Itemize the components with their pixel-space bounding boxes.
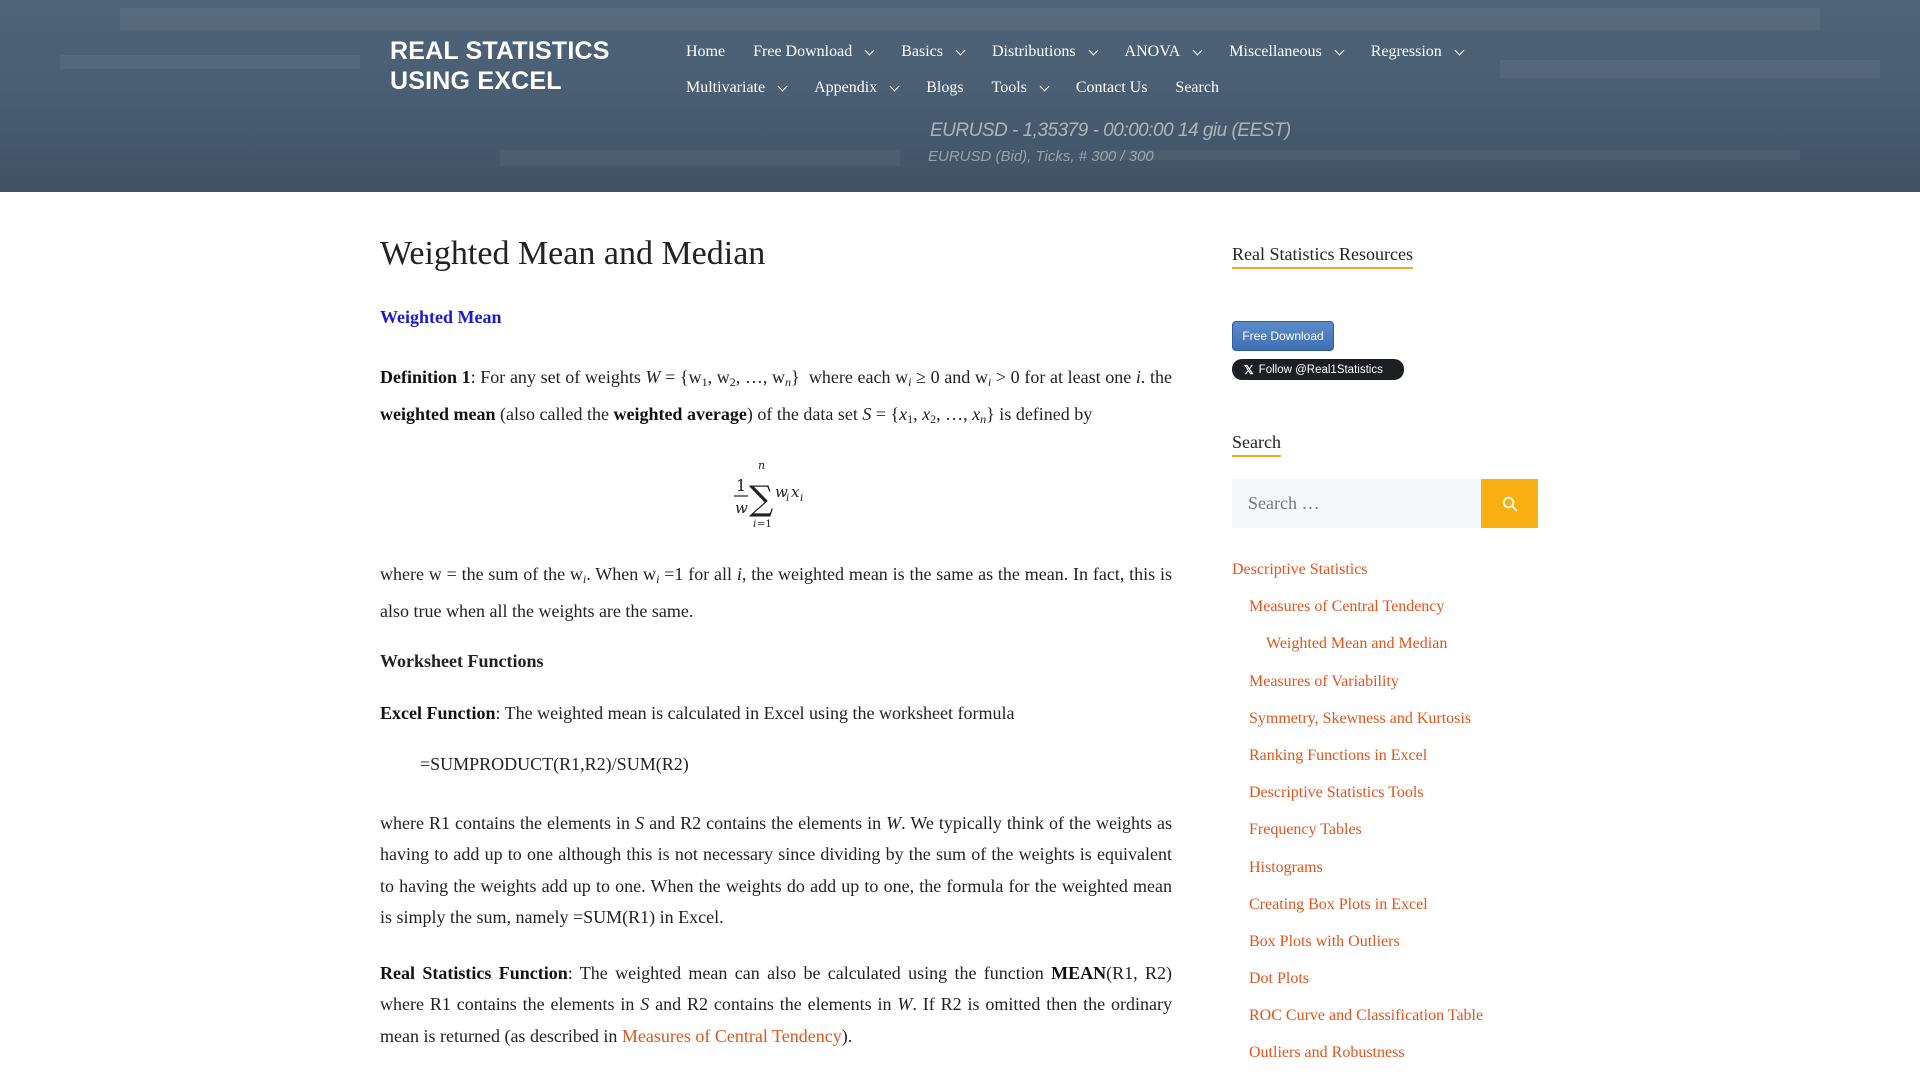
header-bg-band <box>120 8 1820 30</box>
nav-item-label: Free Download <box>753 43 853 60</box>
chevron-down-icon <box>777 81 788 91</box>
header-bg-band <box>500 150 900 166</box>
page-title: Weighted Mean and Median <box>380 235 766 272</box>
nav-item-anova[interactable]: ANOVA <box>1124 43 1203 61</box>
toc-link-descriptive-statistics-tools[interactable]: Descriptive Statistics Tools <box>1232 783 1538 820</box>
toc-link-descriptive-statistics[interactable]: Descriptive Statistics <box>1232 560 1538 597</box>
toc-link-outliers-and-robustness[interactable]: Outliers and Robustness <box>1232 1043 1538 1080</box>
search-form <box>1232 479 1538 528</box>
chevron-down-icon <box>1454 45 1465 55</box>
chevron-down-icon <box>955 45 966 55</box>
sum-of-weights-paragraph: where w = the sum of the wi. When wi =1 … <box>380 564 1173 621</box>
nav-item-label: Contact Us <box>1075 79 1148 96</box>
nav-item-miscellaneous[interactable]: Miscellaneous <box>1229 43 1345 61</box>
nav-item-label: Appendix <box>814 79 878 96</box>
toc-link-roc-curve-and-classification-table[interactable]: ROC Curve and Classification Table <box>1232 1006 1538 1043</box>
svg-text:w: w <box>735 499 748 517</box>
nav-item-label: Tools <box>991 79 1027 96</box>
nav-item-tools[interactable]: Tools <box>991 79 1050 97</box>
nav-item-free-download[interactable]: Free Download <box>753 43 875 61</box>
nav-item-label: Basics <box>901 43 943 60</box>
resources-widget-title: Real Statistics Resources <box>1232 244 1413 269</box>
free-download-button[interactable]: Free Download <box>1232 321 1334 351</box>
formula-graphic: n 1 w ∑ i =1 w i x i <box>734 459 803 530</box>
chevron-down-icon <box>889 81 900 91</box>
search-submit-button[interactable] <box>1481 479 1538 528</box>
search-widget-title: Search <box>1232 432 1281 457</box>
toc-link-symmetry-skewness-and-kurtosis[interactable]: Symmetry, Skewness and Kurtosis <box>1232 709 1538 746</box>
nav-item-label: Multivariate <box>686 79 766 96</box>
svg-text:i: i <box>753 519 756 530</box>
chevron-down-icon <box>1334 45 1345 55</box>
nav-item-multivariate[interactable]: Multivariate <box>686 79 788 97</box>
search-input[interactable] <box>1232 479 1481 528</box>
worksheet-functions-heading: Worksheet Functions <box>380 651 544 671</box>
nav-item-label: Miscellaneous <box>1229 43 1322 60</box>
nav-item-basics[interactable]: Basics <box>901 43 966 61</box>
weighted-mean-formula: n 1 w ∑ i =1 w i x i <box>380 459 1172 531</box>
follow-label: Follow @Real1Statistics <box>1258 363 1383 376</box>
nav-item-blogs[interactable]: Blogs <box>926 79 963 97</box>
nav-item-label: Home <box>686 43 726 60</box>
header-bg-band <box>60 55 360 69</box>
twitter-follow-button[interactable]: 𝕏 Follow @Real1Statistics <box>1232 359 1404 380</box>
header-bg-ticker: EURUSD - 1,35379 - 00:00:00 14 giu (EEST… <box>930 120 1291 141</box>
nav-item-label: Search <box>1175 79 1219 96</box>
chevron-down-icon <box>864 45 875 55</box>
svg-text:n: n <box>758 459 765 472</box>
x-logo-icon: 𝕏 <box>1244 362 1254 377</box>
toc-link-frequency-tables[interactable]: Frequency Tables <box>1232 820 1538 857</box>
toc-link-creating-box-plots-in-excel[interactable]: Creating Box Plots in Excel <box>1232 895 1538 932</box>
nav-item-label: ANOVA <box>1124 43 1181 60</box>
svg-text:=1: =1 <box>757 519 772 530</box>
sidebar-toc: Descriptive Statistics Measures of Centra… <box>1232 560 1538 1081</box>
toc-link-ranking-functions-in-excel[interactable]: Ranking Functions in Excel <box>1232 746 1538 783</box>
site-header: EURUSD - 1,35379 - 00:00:00 14 giu (EEST… <box>0 0 1920 192</box>
nav-item-appendix[interactable]: Appendix <box>814 79 900 97</box>
r1-r2-paragraph: where R1 contains the elements in S and … <box>380 812 1172 928</box>
toc-link-histograms[interactable]: Histograms <box>1232 858 1538 895</box>
definition-paragraph: Definition 1: For any set of weights W =… <box>380 367 1172 426</box>
nav-item-search[interactable]: Search <box>1175 79 1219 97</box>
chevron-down-icon <box>1192 45 1203 55</box>
main-navigation: Home Free Download Basics Distributions ANOV… <box>686 34 1516 106</box>
nav-item-contact-us[interactable]: Contact Us <box>1076 79 1148 97</box>
toc-link-box-plots-with-outliers[interactable]: Box Plots with Outliers <box>1232 932 1538 969</box>
toc-link-dot-plots[interactable]: Dot Plots <box>1232 969 1538 1006</box>
toc-link-weighted-mean-and-median[interactable]: Weighted Mean and Median <box>1232 634 1538 671</box>
section-heading-weighted-mean: Weighted Mean <box>380 307 502 327</box>
svg-text:x: x <box>791 483 800 501</box>
site-title[interactable]: REAL STATISTICS USING EXCEL <box>390 36 650 96</box>
header-bg-ticker-2: EURUSD (Bid), Ticks, # 300 / 300 <box>928 148 1154 165</box>
nav-item-home[interactable]: Home <box>686 43 725 61</box>
nav-item-label: Blogs <box>926 79 964 96</box>
measures-of-central-tendency-link[interactable]: Measures of Central Tendency <box>622 1026 842 1046</box>
sidebar: Real Statistics Resources Free Download … <box>1232 244 1538 1081</box>
nav-item-regression[interactable]: Regression <box>1370 43 1465 61</box>
nav-row-2: Multivariate Appendix Blogs Tools Contact Us… <box>686 70 1516 106</box>
svg-text:∑: ∑ <box>749 479 773 519</box>
nav-item-label: Distributions <box>991 43 1076 60</box>
chevron-down-icon <box>1088 45 1098 55</box>
nav-row-1: Home Free Download Basics Distributions ANOV… <box>686 34 1516 70</box>
nav-item-label: Regression <box>1370 43 1442 60</box>
svg-text:i: i <box>800 493 803 504</box>
header-bg-band <box>1500 60 1880 78</box>
svg-text:1: 1 <box>736 476 746 495</box>
search-icon <box>1502 496 1517 511</box>
toc-link-measures-of-central-tendency[interactable]: Measures of Central Tendency <box>1232 597 1538 634</box>
article: Weighted Mean and Median Weighted Mean D… <box>380 235 1172 1076</box>
excel-function-paragraph: Excel Function: The weighted mean is cal… <box>380 703 1015 723</box>
toc-link-measures-of-variability[interactable]: Measures of Variability <box>1232 672 1538 709</box>
header-bg-band <box>1100 150 1800 160</box>
nav-item-distributions[interactable]: Distributions <box>991 43 1098 61</box>
svg-text:i: i <box>786 493 789 504</box>
chevron-down-icon <box>1039 81 1050 91</box>
real-statistics-function-paragraph: Real Statistics Function: The weighted m… <box>380 962 1173 1046</box>
excel-formula: =SUMPRODUCT(R1,R2)/SUM(R2) <box>420 753 689 774</box>
